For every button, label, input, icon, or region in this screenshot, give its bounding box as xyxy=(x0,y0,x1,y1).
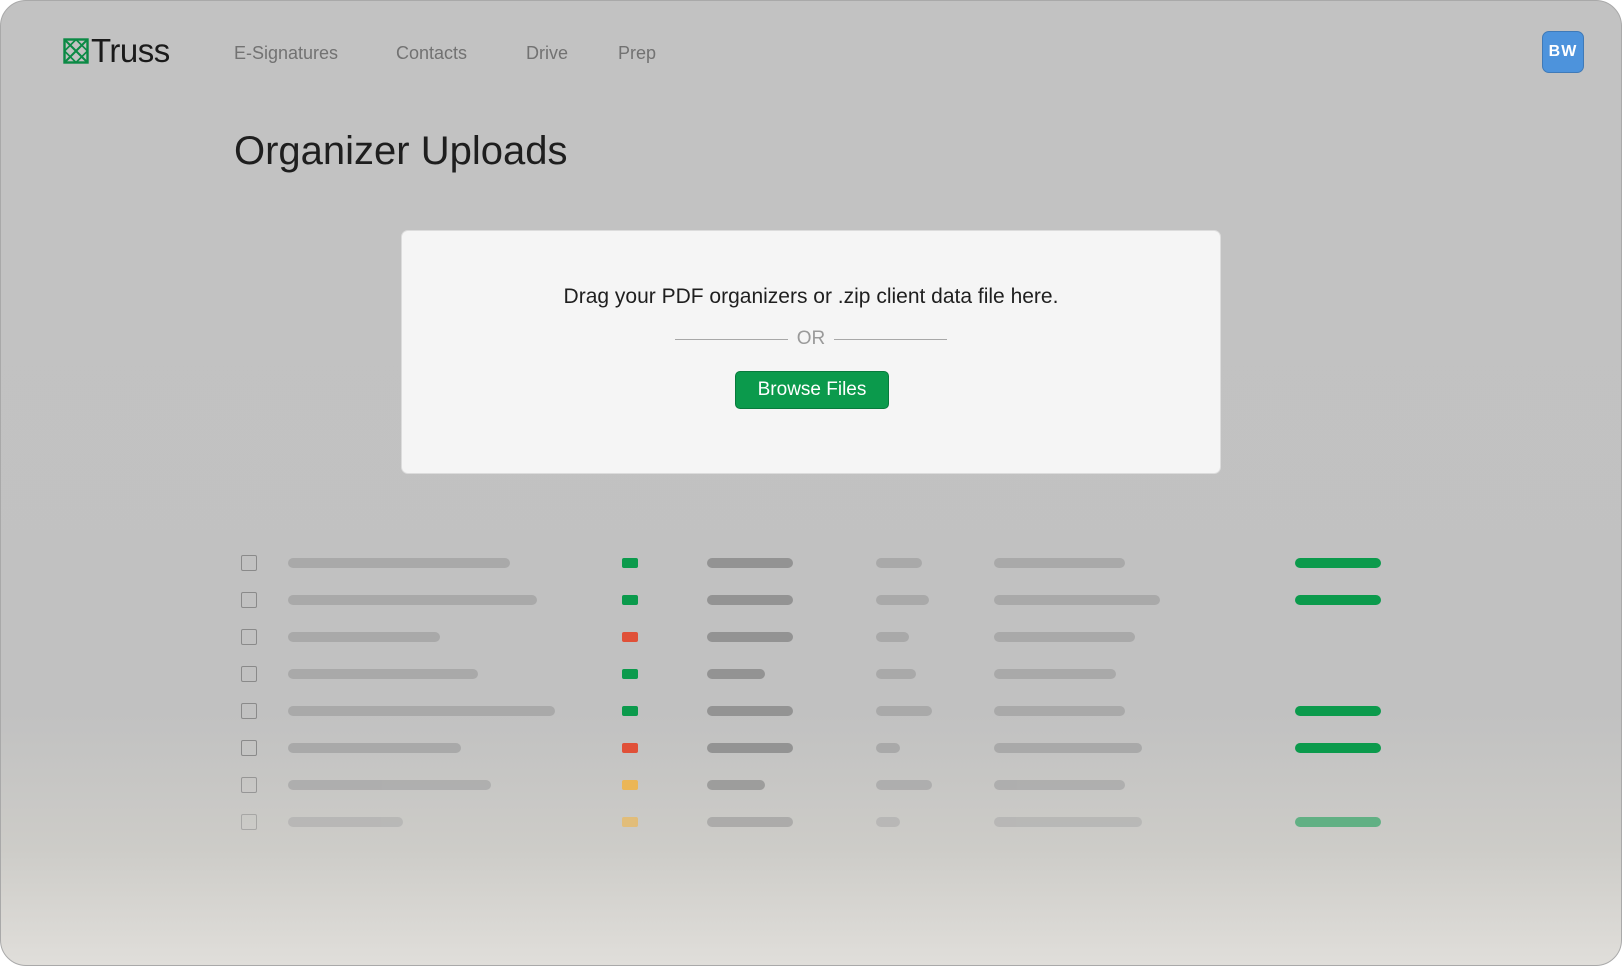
row-checkbox[interactable] xyxy=(241,666,257,682)
row-checkbox[interactable] xyxy=(241,703,257,719)
table-row xyxy=(1,776,1621,794)
skeleton-bar xyxy=(288,558,510,568)
table-row xyxy=(1,665,1621,683)
skeleton-bar xyxy=(288,706,555,716)
skeleton-bar xyxy=(876,595,929,605)
app-window: Truss E-Signatures Contacts Drive Prep B… xyxy=(0,0,1622,966)
skeleton-bar xyxy=(707,706,793,716)
skeleton-bar xyxy=(707,632,793,642)
skeleton-bar xyxy=(994,558,1125,568)
skeleton-bar xyxy=(288,595,537,605)
status-indicator xyxy=(622,706,638,716)
table-row xyxy=(1,739,1621,757)
skeleton-bar xyxy=(994,706,1125,716)
progress-bar xyxy=(1295,817,1381,827)
status-indicator xyxy=(622,632,638,642)
status-indicator xyxy=(622,558,638,568)
status-indicator xyxy=(622,780,638,790)
skeleton-bar xyxy=(994,595,1160,605)
skeleton-bar xyxy=(876,669,916,679)
page-title: Organizer Uploads xyxy=(234,129,568,173)
status-indicator xyxy=(622,743,638,753)
progress-bar xyxy=(1295,743,1381,753)
skeleton-bar xyxy=(994,669,1116,679)
nav-item-drive[interactable]: Drive xyxy=(526,41,568,65)
row-checkbox[interactable] xyxy=(241,777,257,793)
skeleton-bar xyxy=(876,558,922,568)
logo-text: Truss xyxy=(91,32,170,69)
skeleton-bar xyxy=(876,780,932,790)
skeleton-bar xyxy=(707,780,765,790)
status-indicator xyxy=(622,595,638,605)
row-checkbox[interactable] xyxy=(241,555,257,571)
truss-logo-icon xyxy=(63,38,89,64)
nav-item-contacts[interactable]: Contacts xyxy=(396,41,467,65)
or-divider: OR xyxy=(675,327,947,351)
or-divider-left-line xyxy=(675,339,788,340)
skeleton-bar xyxy=(994,743,1142,753)
or-divider-label: OR xyxy=(796,328,826,349)
drop-instruction: Drag your PDF organizers or .zip client … xyxy=(563,285,1059,308)
row-checkbox[interactable] xyxy=(241,629,257,645)
row-checkbox[interactable] xyxy=(241,592,257,608)
table-row xyxy=(1,591,1621,609)
skeleton-bar xyxy=(288,632,440,642)
skeleton-bar xyxy=(707,743,793,753)
row-checkbox[interactable] xyxy=(241,740,257,756)
skeleton-bar xyxy=(707,817,793,827)
skeleton-bar xyxy=(288,817,403,827)
status-indicator xyxy=(622,817,638,827)
row-checkbox[interactable] xyxy=(241,814,257,830)
file-drop-zone[interactable]: Drag your PDF organizers or .zip client … xyxy=(401,230,1221,474)
browse-files-button[interactable]: Browse Files xyxy=(735,371,889,409)
progress-bar xyxy=(1295,706,1381,716)
table-row xyxy=(1,813,1621,831)
progress-bar xyxy=(1295,558,1381,568)
table-row xyxy=(1,702,1621,720)
skeleton-bar xyxy=(288,743,461,753)
table-row xyxy=(1,554,1621,572)
skeleton-bar xyxy=(876,817,900,827)
skeleton-bar xyxy=(707,669,765,679)
progress-bar xyxy=(1295,595,1381,605)
or-divider-right-line xyxy=(834,339,947,340)
skeleton-bar xyxy=(707,558,793,568)
skeleton-bar xyxy=(994,632,1135,642)
nav-item-esignatures[interactable]: E-Signatures xyxy=(234,41,338,65)
skeleton-bar xyxy=(994,817,1142,827)
skeleton-bar xyxy=(288,780,491,790)
skeleton-bar xyxy=(876,743,900,753)
skeleton-bar xyxy=(707,595,793,605)
skeleton-bar xyxy=(876,706,932,716)
truss-logo[interactable]: Truss xyxy=(63,32,170,70)
status-indicator xyxy=(622,669,638,679)
skeleton-bar xyxy=(994,780,1125,790)
skeleton-bar xyxy=(876,632,909,642)
table-row xyxy=(1,628,1621,646)
nav-item-prep[interactable]: Prep xyxy=(618,41,656,65)
skeleton-bar xyxy=(288,669,478,679)
user-avatar[interactable]: BW xyxy=(1542,31,1584,73)
